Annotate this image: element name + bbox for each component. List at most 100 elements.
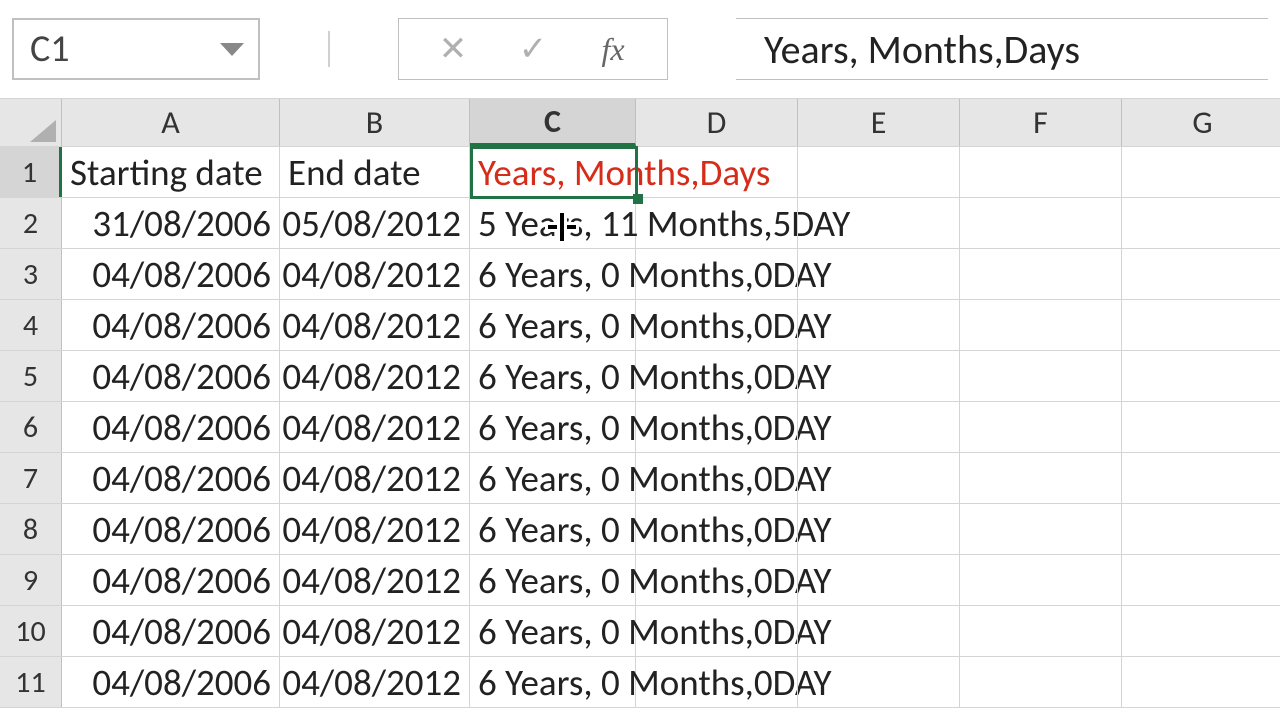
cell-B5[interactable]: 04/08/2012 [280,351,470,401]
cell-A8[interactable]: 04/08/2006 [62,504,280,554]
col-header-E[interactable]: E [798,99,960,146]
cell-F6[interactable] [960,402,1122,452]
cell-E11[interactable] [798,657,960,707]
cell-C9[interactable]: 6 Years, 0 Months,0DAY [470,555,636,605]
col-header-B[interactable]: B [280,99,470,146]
cell-E5[interactable] [798,351,960,401]
cell-G10[interactable] [1122,606,1280,656]
col-header-C[interactable]: C [470,99,636,146]
cell-E1[interactable] [798,147,960,197]
cell-D9[interactable] [636,555,798,605]
cell-G5[interactable] [1122,351,1280,401]
fill-handle[interactable] [633,194,643,204]
cell-A6[interactable]: 04/08/2006 [62,402,280,452]
cell-A1[interactable]: Starting date [62,147,280,197]
cell-D11[interactable] [636,657,798,707]
cell-G3[interactable] [1122,249,1280,299]
cell-C6[interactable]: 6 Years, 0 Months,0DAY [470,402,636,452]
cell-B3[interactable]: 04/08/2012 [280,249,470,299]
cell-D2[interactable] [636,198,798,248]
cell-A10[interactable]: 04/08/2006 [62,606,280,656]
row-header-4[interactable]: 4 [0,300,62,350]
cell-D6[interactable] [636,402,798,452]
cell-C1[interactable]: Years, Months,Days [470,147,636,197]
col-header-G[interactable]: G [1122,99,1280,146]
cell-F1[interactable] [960,147,1122,197]
row-header-8[interactable]: 8 [0,504,62,554]
select-all-corner[interactable] [0,99,62,146]
cell-B11[interactable]: 04/08/2012 [280,657,470,707]
cell-B1[interactable]: End date [280,147,470,197]
cell-F8[interactable] [960,504,1122,554]
cell-D10[interactable] [636,606,798,656]
cell-E4[interactable] [798,300,960,350]
insert-function-icon[interactable]: fx [573,19,653,79]
row-header-10[interactable]: 10 [0,606,62,656]
cell-C2[interactable]: 5 Years, 11 Months,5DAY [470,198,636,248]
cell-C7[interactable]: 6 Years, 0 Months,0DAY [470,453,636,503]
cell-B10[interactable]: 04/08/2012 [280,606,470,656]
cell-F10[interactable] [960,606,1122,656]
row-header-6[interactable]: 6 [0,402,62,452]
cell-B8[interactable]: 04/08/2012 [280,504,470,554]
row-header-1[interactable]: 1 [0,147,62,197]
row-header-7[interactable]: 7 [0,453,62,503]
row-header-2[interactable]: 2 [0,198,62,248]
cell-C3[interactable]: 6 Years, 0 Months,0DAY [470,249,636,299]
cell-F3[interactable] [960,249,1122,299]
cell-G9[interactable] [1122,555,1280,605]
cell-G6[interactable] [1122,402,1280,452]
cell-G4[interactable] [1122,300,1280,350]
cell-F2[interactable] [960,198,1122,248]
cell-C11[interactable]: 6 Years, 0 Months,0DAY [470,657,636,707]
cell-E7[interactable] [798,453,960,503]
cell-F9[interactable] [960,555,1122,605]
cell-C4[interactable]: 6 Years, 0 Months,0DAY [470,300,636,350]
cell-D1[interactable] [636,147,798,197]
cell-C5[interactable]: 6 Years, 0 Months,0DAY [470,351,636,401]
cell-G7[interactable] [1122,453,1280,503]
cell-D3[interactable] [636,249,798,299]
cell-D8[interactable] [636,504,798,554]
cell-B6[interactable]: 04/08/2012 [280,402,470,452]
col-header-A[interactable]: A [62,99,280,146]
spreadsheet-grid[interactable]: A B C D E F G 1 Starting date End date Y… [0,99,1280,708]
cell-E6[interactable] [798,402,960,452]
cell-B7[interactable]: 04/08/2012 [280,453,470,503]
cell-A2[interactable]: 31/08/2006 [62,198,280,248]
cell-F7[interactable] [960,453,1122,503]
row-header-5[interactable]: 5 [0,351,62,401]
cancel-icon[interactable]: ✕ [413,19,493,79]
cell-C10[interactable]: 6 Years, 0 Months,0DAY [470,606,636,656]
cell-G2[interactable] [1122,198,1280,248]
cell-E3[interactable] [798,249,960,299]
formula-input[interactable]: Years, Months,Days [736,18,1268,80]
row-header-3[interactable]: 3 [0,249,62,299]
cell-D4[interactable] [636,300,798,350]
name-box[interactable]: C1 [12,18,260,80]
row-header-9[interactable]: 9 [0,555,62,605]
cell-A7[interactable]: 04/08/2006 [62,453,280,503]
cell-E2[interactable] [798,198,960,248]
cell-A3[interactable]: 04/08/2006 [62,249,280,299]
row-header-11[interactable]: 11 [0,657,62,707]
cell-F11[interactable] [960,657,1122,707]
cell-G8[interactable] [1122,504,1280,554]
cell-G1[interactable] [1122,147,1280,197]
cell-A11[interactable]: 04/08/2006 [62,657,280,707]
cell-B4[interactable]: 04/08/2012 [280,300,470,350]
cell-F4[interactable] [960,300,1122,350]
col-header-F[interactable]: F [960,99,1122,146]
cell-G11[interactable] [1122,657,1280,707]
cell-A4[interactable]: 04/08/2006 [62,300,280,350]
cell-E10[interactable] [798,606,960,656]
cell-A5[interactable]: 04/08/2006 [62,351,280,401]
enter-icon[interactable]: ✓ [493,19,573,79]
cell-F5[interactable] [960,351,1122,401]
cell-E9[interactable] [798,555,960,605]
cell-D5[interactable] [636,351,798,401]
col-header-D[interactable]: D [636,99,798,146]
cell-E8[interactable] [798,504,960,554]
cell-B2[interactable]: 05/08/2012 [280,198,470,248]
cell-C8[interactable]: 6 Years, 0 Months,0DAY [470,504,636,554]
